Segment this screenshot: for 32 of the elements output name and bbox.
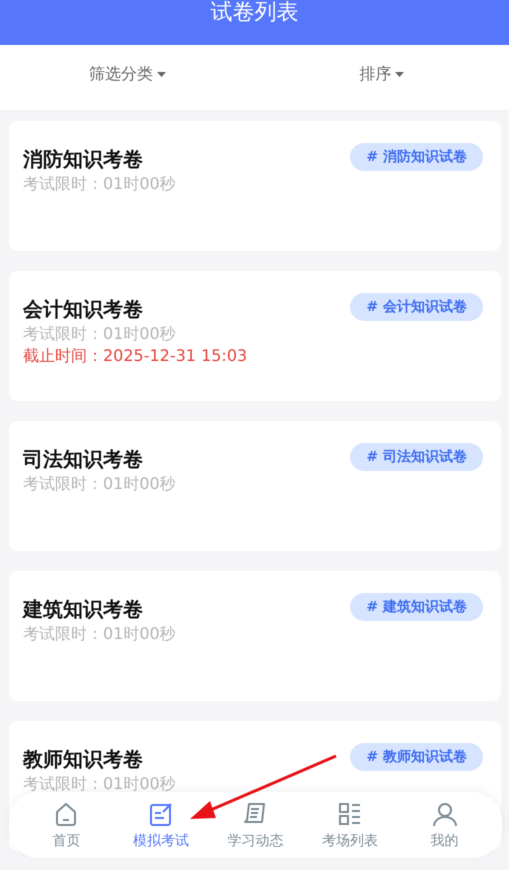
exam-title: 消防知识考卷	[23, 146, 143, 173]
page-title: 试卷列表	[210, 0, 300, 26]
category-tag: # 建筑知识试卷	[350, 593, 483, 621]
tab-bar-item[interactable]: 学习动态	[215, 800, 296, 850]
filter-dropdown[interactable]: 筛选分类	[88, 63, 166, 85]
time-limit-text: 考试限时：01时00秒	[23, 173, 177, 195]
caret-down-icon	[156, 72, 166, 76]
caret-down-icon	[395, 72, 404, 76]
tab-bar-item[interactable]: 首页	[26, 800, 106, 850]
person-icon	[432, 800, 458, 826]
exam-card[interactable]: 会计知识考卷 # 会计知识试卷 考试限时：01时00秒 截止时间：2025-12-31 15:03	[9, 271, 501, 401]
tab-bar-item[interactable]: 考场列表	[310, 800, 390, 850]
tab-bar-item[interactable]: 我的	[404, 800, 485, 850]
time-limit-text: 考试限时：01时00秒	[23, 473, 177, 495]
time-limit-text: 考试限时：01时00秒	[23, 773, 177, 795]
exam-title: 会计知识考卷	[23, 296, 143, 323]
category-tag: # 消防知识试卷	[350, 143, 483, 171]
deadline-text: 截止时间：2025-12-31 15:03	[23, 345, 248, 367]
time-limit-text: 考试限时：01时00秒	[23, 323, 177, 345]
time-limit-text: 考试限时：01时00秒	[23, 623, 177, 645]
category-tag: # 会计知识试卷	[350, 293, 483, 321]
exam-title: 教师知识考卷	[23, 746, 143, 773]
exam-card[interactable]: 司法知识考卷 # 司法知识试卷 考试限时：01时00秒	[9, 421, 501, 551]
exam-title: 建筑知识考卷	[23, 596, 143, 623]
edit-icon	[148, 800, 174, 826]
category-tag: # 教师知识试卷	[350, 743, 483, 771]
exam-title: 司法知识考卷	[23, 446, 143, 473]
exam-card[interactable]: 消防知识考卷 # 消防知识试卷 考试限时：01时00秒	[9, 121, 501, 251]
exam-card[interactable]: 建筑知识考卷 # 建筑知识试卷 考试限时：01时00秒	[9, 571, 501, 701]
filter-dropdown[interactable]: 排序	[359, 63, 404, 85]
tab-bar-item[interactable]: 模拟考试	[120, 800, 201, 850]
category-tag: # 司法知识试卷	[350, 443, 483, 471]
